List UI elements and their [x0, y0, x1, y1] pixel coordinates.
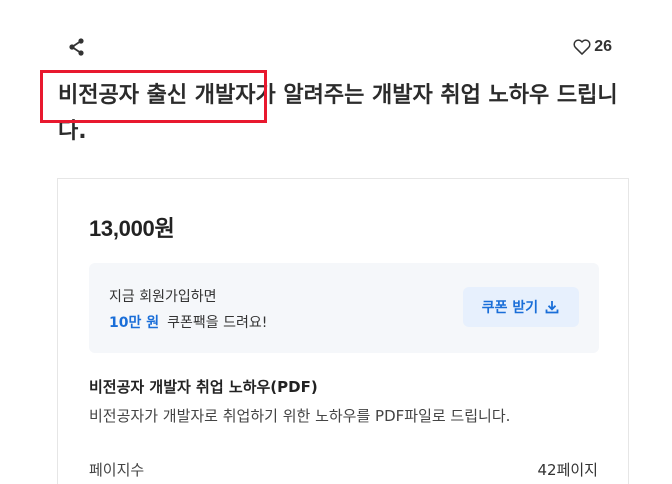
share-button[interactable]: [66, 36, 88, 58]
coupon-banner: 지금 회원가입하면 10만 원 쿠폰팩을 드려요! 쿠폰 받기: [89, 263, 599, 353]
page-count-value: 42페이지: [537, 461, 599, 479]
like-button[interactable]: 26: [572, 36, 612, 58]
product-card: 13,000원 지금 회원가입하면 10만 원 쿠폰팩을 드려요! 쿠폰 받기 비…: [57, 178, 629, 484]
coupon-download-button[interactable]: 쿠폰 받기: [463, 287, 579, 327]
share-icon: [69, 38, 84, 56]
product-description: 비전공자가 개발자로 취업하기 위한 노하우를 PDF파일로 드립니다.: [89, 407, 511, 425]
product-detail-page: 26 비전공자 출신 개발자가 알려주는 개발자 취업 노하우 드립니다. 13…: [0, 0, 672, 484]
product-name: 비전공자 개발자 취업 노하우(PDF): [89, 378, 318, 396]
action-bar: 26: [60, 34, 612, 60]
like-count: 26: [594, 38, 612, 55]
download-icon: [545, 301, 559, 314]
coupon-text-line1: 지금 회원가입하면: [109, 289, 217, 305]
highlight-annotation: [40, 70, 267, 123]
heart-icon: [573, 39, 591, 55]
coupon-amount: 10만 원: [109, 315, 160, 331]
coupon-button-label: 쿠폰 받기: [481, 300, 539, 316]
coupon-text-rest: 쿠폰팩을 드려요!: [167, 315, 268, 331]
coupon-text-line2: 10만 원 쿠폰팩을 드려요!: [109, 312, 267, 332]
product-price: 13,000원: [89, 216, 175, 241]
page-count-label: 페이지수: [89, 461, 145, 479]
